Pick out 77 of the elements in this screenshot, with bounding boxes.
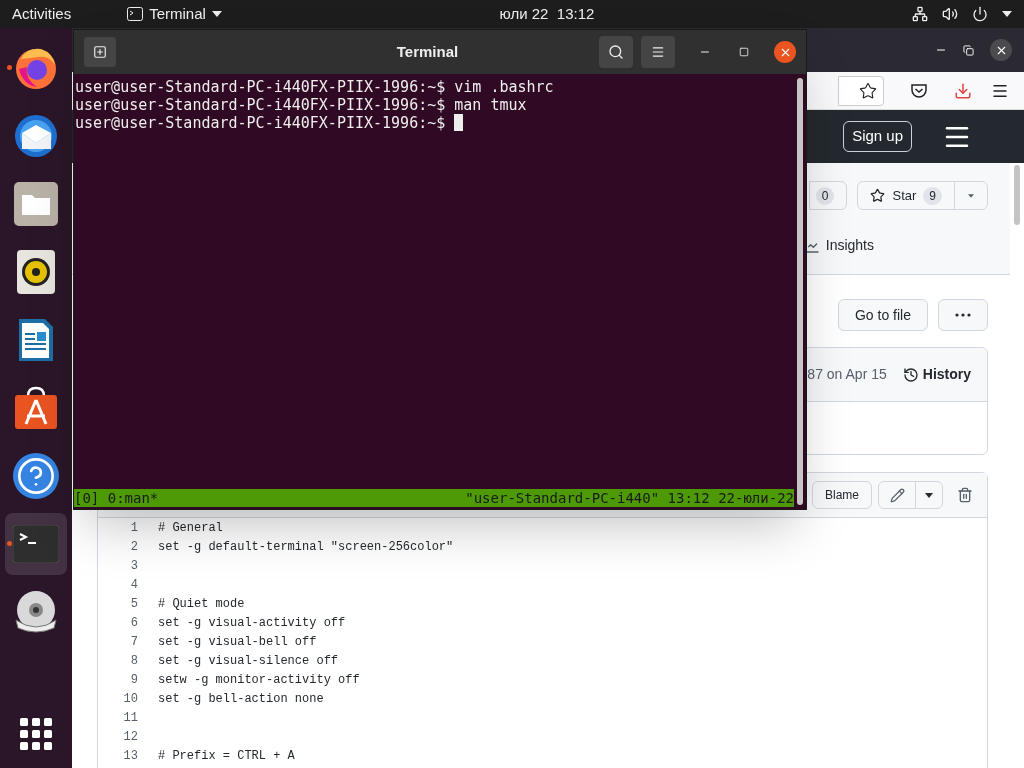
star-icon[interactable]	[859, 81, 877, 100]
help-icon	[13, 453, 59, 499]
shopping-bag-icon	[13, 386, 59, 430]
activities-button[interactable]: Activities	[12, 2, 72, 26]
terminal-icon	[127, 7, 144, 21]
sign-up-button[interactable]: Sign up	[843, 121, 912, 152]
pencil-icon	[889, 487, 905, 503]
pocket-icon[interactable]	[910, 82, 928, 99]
code-line: # General	[158, 519, 223, 537]
code-line: set -g bell-action none	[158, 690, 324, 708]
caret-icon	[968, 193, 974, 198]
delete-icon[interactable]	[957, 487, 973, 503]
history-link[interactable]: History	[902, 364, 971, 385]
line-number: 10	[122, 690, 138, 708]
code-line: set -g visual-activity off	[158, 614, 346, 632]
window-title: Terminal	[395, 41, 460, 62]
line-number: 12	[122, 728, 138, 746]
mail-icon	[13, 113, 59, 159]
counter: 0	[815, 186, 835, 205]
code-line: set -g visual-silence off	[158, 652, 339, 670]
code-line: set -g default-terminal "screen-256color"	[158, 538, 454, 556]
line-number: 6	[129, 614, 138, 632]
history-icon	[902, 366, 919, 383]
grid-icon	[20, 718, 52, 750]
terminal-icon	[13, 525, 59, 563]
watch-button[interactable]: 0	[809, 181, 848, 210]
line-number: 3	[129, 557, 138, 575]
caret-icon	[211, 11, 222, 17]
star-icon	[870, 188, 886, 203]
code-line: setw -g monitor-activity off	[158, 671, 360, 689]
line-number: 5	[129, 595, 138, 613]
close-button[interactable]	[774, 41, 796, 63]
app-menu[interactable]: Terminal	[127, 2, 222, 26]
new-tab-button[interactable]	[84, 37, 116, 67]
line-number: 9	[129, 671, 138, 689]
status-left: [0] 0:man*	[74, 489, 159, 507]
disc-icon	[14, 590, 58, 634]
counter: 9	[923, 186, 942, 205]
document-icon	[17, 317, 55, 363]
caret-icon	[1002, 11, 1012, 17]
terminal-line: user@user-Standard-PC-i440FX-PIIX-1996:~$ vim .bashrc	[74, 78, 554, 96]
ellipsis-icon	[955, 313, 971, 317]
code-line: set -g visual-bell off	[158, 633, 317, 651]
new-tab-icon	[93, 45, 107, 59]
volume-icon[interactable]	[942, 6, 958, 22]
network-icon[interactable]	[912, 6, 928, 22]
address-field[interactable]	[838, 75, 884, 106]
line-number: 7	[129, 633, 138, 651]
power-icon[interactable]	[972, 6, 988, 22]
close-button[interactable]	[990, 39, 1012, 61]
folder-icon	[14, 182, 58, 226]
clock[interactable]: юли 22 13:12	[499, 2, 595, 26]
line-number: 2	[129, 538, 138, 556]
download-icon[interactable]	[954, 81, 972, 100]
insights-tab[interactable]: Insights	[825, 235, 874, 256]
code-line: # Prefix = CTRL + A	[158, 747, 295, 765]
blame-button[interactable]: Blame	[812, 481, 872, 509]
search-icon	[608, 44, 624, 60]
terminal-line: user@user-Standard-PC-i440FX-PIIX-1996:~$ man tmux	[74, 96, 527, 114]
line-number: 11	[122, 709, 138, 727]
menu-icon	[651, 45, 665, 59]
terminal-line: user@user-Standard-PC-i440FX-PIIX-1996:~$	[74, 114, 447, 132]
cursor	[454, 114, 464, 131]
maximize-icon[interactable]	[739, 47, 749, 57]
status-right: "user-Standard-PC-i440" 13:12 22-юли-22	[465, 489, 794, 507]
speaker-icon	[17, 250, 55, 294]
restore-icon[interactable]	[963, 44, 974, 56]
search-button[interactable]	[599, 36, 633, 68]
commit-info: 87 on Apr 15	[807, 365, 887, 384]
go-to-file-button[interactable]: Go to file	[837, 299, 928, 331]
line-number: 13	[122, 747, 138, 765]
line-number: 1	[129, 519, 138, 537]
menu-button[interactable]	[641, 36, 675, 68]
code-line: # Quiet mode	[158, 595, 245, 613]
line-number: 8	[129, 652, 138, 670]
caret-icon	[925, 492, 933, 498]
line-number: 4	[129, 576, 138, 594]
